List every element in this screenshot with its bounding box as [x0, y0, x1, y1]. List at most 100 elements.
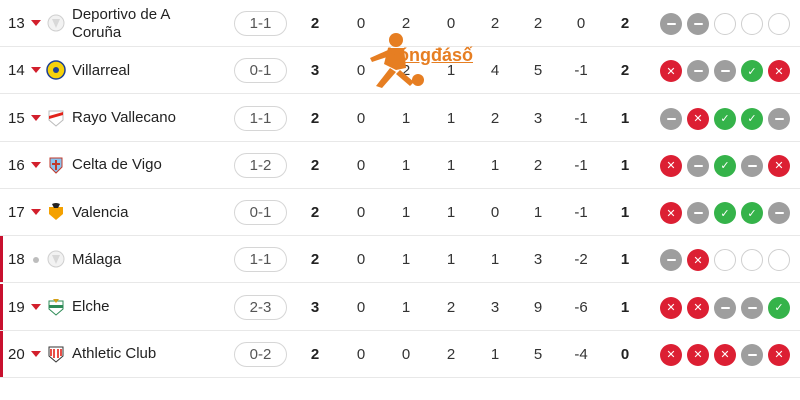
win-check-icon[interactable]: ✓	[741, 60, 763, 83]
played-stat: 3	[310, 298, 320, 316]
stat-cell: 2	[490, 109, 500, 127]
recent-form: ✕ ✕ ✓	[660, 296, 790, 319]
stat-cell: 3	[533, 251, 543, 269]
loss-x-icon[interactable]: ✕	[768, 60, 790, 83]
draw-dash-icon[interactable]	[768, 202, 790, 224]
team-name-link[interactable]: Athletic Club	[72, 331, 217, 378]
match-score-pill[interactable]: 2-3	[234, 294, 287, 320]
loss-x-icon[interactable]: ✕	[768, 154, 790, 177]
draw-dash-icon[interactable]	[687, 202, 709, 224]
table-row[interactable]: 15 Rayo Vallecano 1-1 2 0 1 1 2 3 -1 1 ✕ ✓ ✓	[0, 95, 800, 142]
played-stat: 2	[310, 251, 320, 269]
stat-cell: 2	[446, 298, 456, 316]
empty-form-circle-icon	[768, 13, 790, 35]
match-score-pill[interactable]: 0-1	[234, 58, 287, 84]
team-name-link[interactable]: Málaga	[72, 236, 217, 283]
malaga-crest-icon	[46, 249, 66, 269]
win-check-icon[interactable]: ✓	[741, 202, 763, 224]
rank-number: 20	[8, 345, 25, 363]
win-check-icon[interactable]: ✓	[714, 107, 736, 130]
stat-cell: -4	[574, 345, 588, 363]
match-score-pill[interactable]: 0-1	[234, 200, 287, 225]
table-row[interactable]: 16 Celta de Vigo 1-2 2 0 1 1 1 2 -1 1 ✕ ✓ ✕	[0, 142, 800, 189]
loss-x-icon[interactable]: ✕	[660, 154, 682, 177]
table-row[interactable]: 20 Athletic Club 0-2 2 0 0 2 1 5 -4 0 ✕ ✕ ✕ ✕	[0, 330, 800, 378]
stat-cell: 2	[533, 15, 543, 32]
loss-x-icon[interactable]: ✕	[768, 343, 790, 366]
stat-cell: 3	[533, 109, 543, 127]
draw-dash-icon[interactable]	[687, 60, 709, 83]
match-score-pill[interactable]: 1-1	[234, 11, 287, 36]
villarreal-crest-icon	[46, 60, 66, 80]
stat-cell: 2	[533, 156, 543, 174]
team-name-link[interactable]: Valencia	[72, 189, 217, 236]
table-row[interactable]: 19 Elche 2-3 3 0 1 2 3 9 -6 1 ✕ ✕ ✓	[0, 283, 800, 331]
position-down-arrow-icon	[31, 161, 41, 168]
table-row[interactable]: 13 Deportivo de A Coruña 1-1 2 0 2 0 2 2 0 2	[0, 0, 800, 47]
stat-cell: 0	[356, 62, 366, 80]
win-check-icon[interactable]: ✓	[768, 296, 790, 319]
stat-cell: 0	[356, 345, 366, 363]
stat-cell: 2	[446, 345, 456, 363]
rank-number: 16	[8, 156, 25, 174]
played-stat: 2	[310, 156, 320, 174]
position-down-arrow-icon	[31, 67, 41, 74]
match-score-pill[interactable]: 0-2	[234, 341, 287, 367]
match-score-pill[interactable]: 1-1	[234, 247, 287, 273]
points-stat: 0	[620, 345, 630, 363]
team-name-link[interactable]: Rayo Vallecano	[72, 95, 217, 142]
loss-x-icon[interactable]: ✕	[660, 343, 682, 366]
loss-x-icon[interactable]: ✕	[660, 296, 682, 319]
draw-dash-icon[interactable]	[660, 13, 682, 35]
draw-dash-icon[interactable]	[768, 107, 790, 130]
draw-dash-icon[interactable]	[714, 60, 736, 83]
draw-dash-icon[interactable]	[687, 154, 709, 177]
stat-cell: 0	[356, 156, 366, 174]
rank-number: 13	[8, 15, 25, 32]
rank-number: 15	[8, 109, 25, 127]
draw-dash-icon[interactable]	[660, 107, 682, 130]
stat-cell: 1	[446, 109, 456, 127]
stat-cell: 1	[401, 109, 411, 127]
empty-form-circle-icon	[714, 13, 736, 35]
recent-form: ✕	[660, 249, 790, 272]
loss-x-icon[interactable]: ✕	[660, 60, 682, 83]
draw-dash-icon[interactable]	[714, 296, 736, 319]
position-down-arrow-icon	[31, 303, 41, 310]
recent-form	[660, 13, 790, 35]
table-row[interactable]: 17 Valencia 0-1 2 0 1 1 0 1 -1 1 ✕ ✓ ✓	[0, 189, 800, 236]
draw-dash-icon[interactable]	[741, 154, 763, 177]
rank-number: 19	[8, 298, 25, 316]
draw-dash-icon[interactable]	[687, 13, 709, 35]
stat-cell: 5	[533, 345, 543, 363]
stat-cell: 1	[446, 204, 456, 221]
win-check-icon[interactable]: ✓	[741, 107, 763, 130]
draw-dash-icon[interactable]	[741, 343, 763, 366]
stat-cell: 0	[401, 345, 411, 363]
stat-cell: 2	[490, 15, 500, 32]
team-name-link[interactable]: Deportivo de A Coruña	[72, 0, 217, 47]
loss-x-icon[interactable]: ✕	[660, 202, 682, 224]
draw-dash-icon[interactable]	[660, 249, 682, 272]
win-check-icon[interactable]: ✓	[714, 154, 736, 177]
table-row[interactable]: 18 Málaga 1-1 2 0 1 1 1 3 -2 1 ✕	[0, 236, 800, 284]
match-score-pill[interactable]: 1-2	[234, 152, 287, 178]
loss-x-icon[interactable]: ✕	[687, 296, 709, 319]
match-score-pill[interactable]: 1-1	[234, 105, 287, 131]
stat-cell: 1	[401, 156, 411, 174]
team-name-link[interactable]: Elche	[72, 284, 217, 331]
team-name-link[interactable]: Celta de Vigo	[72, 142, 217, 189]
points-stat: 1	[620, 109, 630, 127]
stat-cell: 9	[533, 298, 543, 316]
win-check-icon[interactable]: ✓	[714, 202, 736, 224]
empty-form-circle-icon	[741, 249, 763, 272]
loss-x-icon[interactable]: ✕	[687, 249, 709, 272]
loss-x-icon[interactable]: ✕	[687, 107, 709, 130]
draw-dash-icon[interactable]	[741, 296, 763, 319]
loss-x-icon[interactable]: ✕	[714, 343, 736, 366]
played-stat: 3	[310, 62, 320, 80]
position-unchanged-dot-icon	[33, 257, 39, 264]
loss-x-icon[interactable]: ✕	[687, 343, 709, 366]
stat-cell: 0	[490, 204, 500, 221]
team-name-link[interactable]: Villarreal	[72, 47, 217, 94]
